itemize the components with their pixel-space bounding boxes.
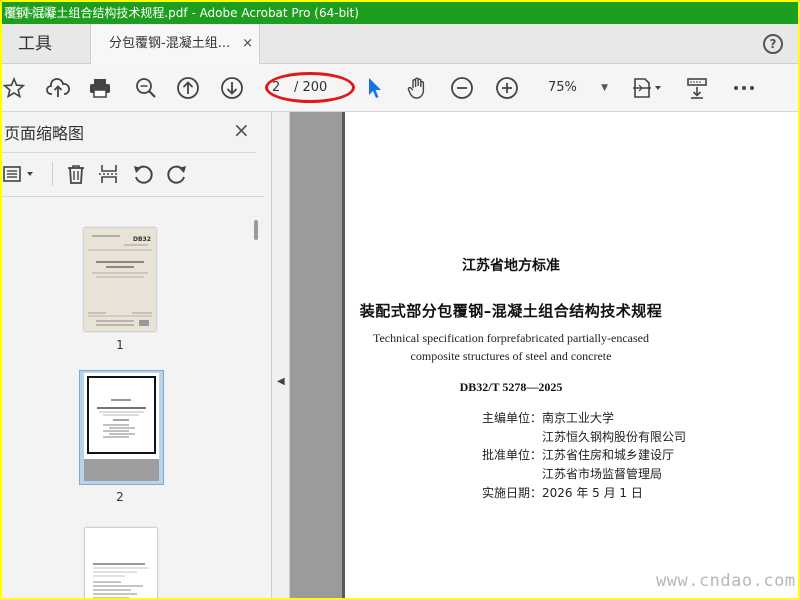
document-page: 江苏省地方标准 装配式部分包覆钢–混凝土组合结构技术规程 Technical s… bbox=[345, 112, 798, 598]
thumb1-code: DB32 bbox=[133, 236, 151, 243]
editor-value: 南京工业大学 bbox=[542, 411, 615, 425]
print-icon[interactable] bbox=[88, 76, 112, 100]
page-down-icon[interactable] bbox=[220, 76, 244, 100]
title-bar: 覆钢-混凝土组合结构技术规程.pdf - Adobe Acrobat Pro (… bbox=[2, 2, 798, 24]
watermark-logo: 道林网 bbox=[8, 6, 56, 22]
editor-value-2: 江苏恒久钢构股份有限公司 bbox=[542, 430, 687, 444]
thumbnail-page-1[interactable]: DB32 bbox=[84, 228, 156, 331]
tab-document-label: 分包覆钢-混凝土组... bbox=[109, 36, 231, 51]
tab-bar: 工具 分包覆钢-混凝土组... × ? bbox=[2, 24, 798, 64]
divider bbox=[2, 152, 256, 153]
zoom-in-icon[interactable] bbox=[495, 76, 519, 100]
panel-close-icon[interactable]: × bbox=[233, 118, 250, 142]
star-icon[interactable] bbox=[2, 76, 26, 100]
page-fit-icon[interactable] bbox=[630, 76, 666, 100]
zoom-level-value: 75% bbox=[548, 80, 577, 95]
page-gutter bbox=[290, 112, 342, 598]
thumbnail-label-1: 1 bbox=[116, 338, 124, 352]
collapse-left-icon[interactable]: ◀ bbox=[277, 376, 285, 387]
thumbnail-label-2: 2 bbox=[116, 490, 124, 504]
document-title-cn: 装配式部分包覆钢–混凝土组合结构技术规程 bbox=[359, 302, 663, 320]
approver-value-2: 江苏省市场监督管理局 bbox=[542, 467, 663, 481]
tab-document[interactable]: 分包覆钢-混凝土组... × bbox=[90, 24, 260, 64]
thumbnail-page-2[interactable] bbox=[79, 370, 164, 485]
thumbnail-page-3[interactable] bbox=[85, 528, 157, 598]
zoom-out-icon[interactable] bbox=[450, 76, 474, 100]
zoom-search-icon[interactable] bbox=[134, 76, 158, 100]
document-view: ◀ 江苏省地方标准 装配式部分包覆钢–混凝土组合结构技术规程 Technical… bbox=[272, 112, 798, 598]
thumbnail-scrollbar[interactable] bbox=[254, 220, 258, 240]
approver-value: 江苏省住房和城乡建设厅 bbox=[542, 448, 675, 462]
effective-date-value: 2026 年 5 月 1 日 bbox=[542, 486, 643, 500]
app-window: 覆钢-混凝土组合结构技术规程.pdf - Adobe Acrobat Pro (… bbox=[2, 2, 798, 598]
select-cursor-icon[interactable] bbox=[362, 76, 386, 100]
main-toolbar: 2 / 200 75% ▼ bbox=[2, 64, 798, 112]
watermark-url: www.cndao.com bbox=[656, 571, 796, 591]
thumbnail-list: DB32 1 2 bbox=[2, 198, 252, 598]
thumbnail-page-2-image bbox=[84, 373, 159, 481]
thumbnail-page-2-border bbox=[87, 376, 156, 454]
window-title: 覆钢-混凝土组合结构技术规程.pdf - Adobe Acrobat Pro (… bbox=[4, 6, 359, 20]
standard-code: DB32/T 5278—2025 bbox=[459, 380, 563, 394]
thumbnail-panel: 页面缩略图 × DB32 1 2 bbox=[2, 112, 272, 598]
divider bbox=[52, 162, 53, 186]
thumbnail-viewport-overlay bbox=[84, 459, 159, 481]
help-icon[interactable]: ? bbox=[763, 34, 783, 54]
approver-label: 批准单位： bbox=[482, 448, 543, 462]
page-extract-icon[interactable] bbox=[97, 162, 121, 186]
divider bbox=[2, 196, 264, 197]
tab-close-icon[interactable]: × bbox=[242, 24, 253, 64]
rotate-right-icon[interactable] bbox=[165, 162, 189, 186]
standard-type: 江苏省地方标准 bbox=[462, 258, 560, 274]
document-title-en-line1: Technical specification forprefabricated… bbox=[372, 331, 649, 345]
panel-toggle[interactable]: ◀ bbox=[272, 112, 290, 598]
editor-label: 主编单位： bbox=[482, 411, 543, 425]
page-up-icon[interactable] bbox=[176, 76, 200, 100]
annotation-ellipse bbox=[265, 72, 355, 103]
stamp-tool-icon[interactable] bbox=[685, 76, 709, 100]
rotate-left-icon[interactable] bbox=[131, 162, 155, 186]
hand-tool-icon[interactable] bbox=[406, 76, 430, 100]
thumbnail-panel-title: 页面缩略图 bbox=[4, 124, 85, 143]
tab-tools[interactable]: 工具 bbox=[2, 24, 90, 64]
more-icon[interactable] bbox=[732, 76, 756, 100]
chevron-down-icon: ▼ bbox=[601, 83, 608, 93]
thumbnail-options-icon[interactable] bbox=[2, 162, 38, 186]
document-title-en-line2: composite structures of steel and concre… bbox=[410, 349, 612, 363]
trash-icon[interactable] bbox=[64, 162, 88, 186]
cloud-upload-icon[interactable] bbox=[46, 76, 70, 100]
zoom-level-select[interactable]: 75% ▼ bbox=[542, 77, 610, 99]
effective-date-label: 实施日期： bbox=[482, 486, 543, 500]
